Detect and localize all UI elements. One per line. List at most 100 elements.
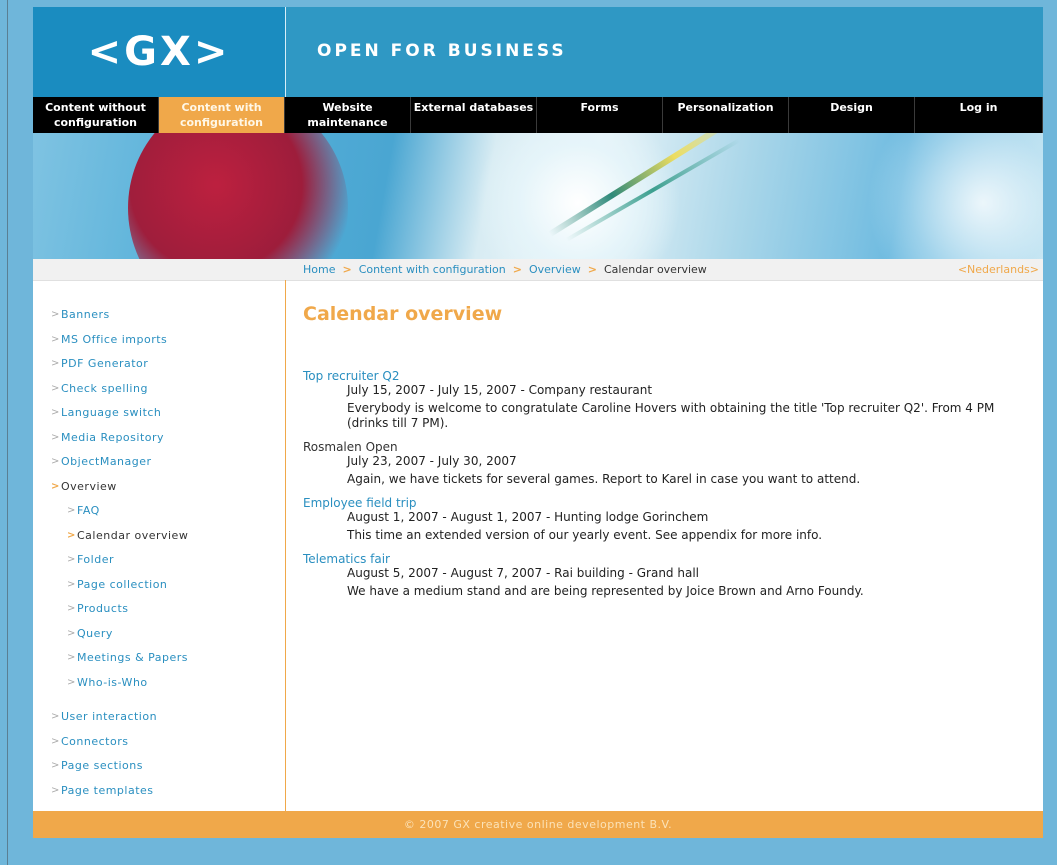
nav-item-label: configuration bbox=[53, 116, 138, 129]
banner-glass-shape bbox=[463, 133, 693, 259]
sidebar-subitem[interactable]: > Who-is-Who bbox=[33, 671, 188, 696]
site-footer: © 2007 GX creative online development B.… bbox=[33, 811, 1043, 838]
chevron-right-icon: > bbox=[51, 407, 60, 418]
sidebar-item[interactable]: > Language switch bbox=[33, 401, 188, 426]
calendar-event-list: Top recruiter Q2 July 15, 2007 - July 15,… bbox=[303, 369, 1033, 608]
event-date: July 23, 2007 - July 30, 2007 bbox=[347, 454, 517, 468]
sidebar-item-label: FAQ bbox=[77, 504, 100, 517]
sidebar-subitem[interactable]: > Products bbox=[33, 597, 188, 622]
nav-item[interactable]: Content without configuration bbox=[33, 97, 159, 133]
event-date: August 5, 2007 - August 7, 2007 - Rai bu… bbox=[347, 566, 699, 580]
event-description: This time an extended version of our yea… bbox=[347, 528, 823, 542]
chevron-right-icon: > bbox=[51, 711, 60, 722]
nav-item[interactable]: Log in bbox=[915, 97, 1043, 133]
nav-item[interactable]: Website maintenance bbox=[285, 97, 411, 133]
chevron-right-icon: > bbox=[51, 760, 60, 771]
chevron-right-icon: > bbox=[67, 505, 76, 516]
sidebar-subitem[interactable]: > FAQ bbox=[33, 499, 188, 524]
sidebar-item-label: PDF Generator bbox=[61, 357, 149, 370]
chevron-right-icon: > bbox=[51, 431, 60, 443]
chevron-right-icon: > bbox=[67, 603, 76, 614]
gx-logo[interactable]: <GX> bbox=[33, 7, 286, 97]
sidebar-item[interactable]: > Media Repository bbox=[33, 426, 188, 451]
calendar-event: Rosmalen Open July 23, 2007 - July 30, 20… bbox=[303, 440, 1033, 487]
chevron-right-icon: > bbox=[67, 652, 76, 663]
sidebar-item[interactable]: > Overview bbox=[33, 475, 188, 500]
nav-item[interactable]: Content with configuration bbox=[159, 97, 285, 133]
sidebar-item-label: Connectors bbox=[61, 734, 129, 748]
nav-item-label: Forms bbox=[580, 101, 619, 114]
sidebar-item[interactable]: > Page templates bbox=[33, 779, 188, 804]
chevron-right-icon: > bbox=[51, 480, 60, 492]
nav-item-label: Website bbox=[322, 101, 373, 114]
sidebar-item-label: Page collection bbox=[77, 577, 168, 591]
breadcrumb-separator-icon: > bbox=[512, 263, 522, 276]
chevron-right-icon: > bbox=[51, 382, 60, 394]
nav-item-label: External databases bbox=[413, 101, 534, 114]
nav-item-label: Content with bbox=[181, 101, 262, 114]
sidebar-subitem[interactable]: > Folder bbox=[33, 548, 188, 573]
breadcrumb-separator-icon: > bbox=[342, 263, 352, 276]
event-description: Again, we have tickets for several games… bbox=[347, 472, 861, 486]
header-banner-image bbox=[33, 133, 1043, 259]
language-switch-link[interactable]: <Nederlands> bbox=[958, 263, 1039, 276]
sidebar-subitem[interactable]: > Query bbox=[33, 622, 188, 647]
sidebar-item-label: Query bbox=[77, 626, 113, 640]
sidebar-item[interactable]: > ObjectManager bbox=[33, 450, 188, 475]
sidebar-item[interactable]: > PDF Generator bbox=[33, 352, 188, 377]
calendar-event: Top recruiter Q2 July 15, 2007 - July 15,… bbox=[303, 369, 1033, 431]
sidebar: > Banners > MS Office imports > PDF Generator… bbox=[33, 280, 286, 811]
site-header: <GX> OPEN FOR BUSINESS bbox=[33, 7, 1043, 97]
sidebar-item[interactable]: > Check spelling bbox=[33, 377, 188, 402]
page-title: Calendar overview bbox=[303, 303, 503, 325]
nav-item[interactable]: Design bbox=[789, 97, 915, 133]
event-title-link[interactable]: Employee field trip bbox=[303, 496, 417, 510]
sidebar-item[interactable]: > Page sections bbox=[33, 754, 188, 779]
breadcrumb-current: Calendar overview bbox=[603, 263, 707, 276]
chevron-right-icon: > bbox=[67, 529, 76, 541]
sidebar-subitem[interactable]: > Calendar overview bbox=[33, 524, 188, 549]
chevron-right-icon: > bbox=[51, 358, 60, 369]
breadcrumb-link[interactable]: Content with configuration bbox=[359, 263, 506, 276]
sidebar-subitem[interactable]: > Page collection bbox=[33, 573, 188, 598]
main-content: Calendar overview Top recruiter Q2 July 1… bbox=[286, 280, 1043, 811]
nav-item-label: Design bbox=[830, 101, 873, 114]
chevron-right-icon: > bbox=[51, 735, 60, 747]
event-title-link[interactable]: Telematics fair bbox=[303, 552, 390, 566]
chevron-right-icon: > bbox=[67, 627, 76, 639]
page-container: <GX> OPEN FOR BUSINESS Content without co… bbox=[33, 7, 1043, 838]
sidebar-item-label: Who-is-Who bbox=[77, 675, 148, 689]
sidebar-subitem[interactable]: > Meetings & Papers bbox=[33, 646, 188, 671]
breadcrumb-link[interactable]: Home bbox=[303, 263, 335, 276]
chevron-right-icon: > bbox=[51, 309, 60, 320]
sidebar-item[interactable]: > Connectors bbox=[33, 730, 188, 755]
nav-item-label: maintenance bbox=[307, 116, 388, 129]
main-navigation: Content without configuration Content with… bbox=[33, 97, 1043, 133]
calendar-event: Telematics fair August 5, 2007 - August 7… bbox=[303, 552, 1033, 599]
event-date: July 15, 2007 - July 15, 2007 - Company … bbox=[347, 383, 653, 397]
sidebar-item[interactable]: > Banners bbox=[33, 303, 188, 328]
sidebar-item[interactable]: > User interaction bbox=[33, 705, 188, 730]
sidebar-item-label: Calendar overview bbox=[77, 528, 189, 542]
sidebar-item-label: Banners bbox=[61, 308, 110, 321]
banner-red-shape bbox=[128, 133, 348, 259]
sidebar-item-label: ObjectManager bbox=[61, 455, 152, 468]
nav-item-label: Content without bbox=[45, 101, 146, 114]
nav-item[interactable]: Forms bbox=[537, 97, 663, 133]
nav-item[interactable]: Personalization bbox=[663, 97, 789, 133]
nav-item-label: Log in bbox=[959, 101, 998, 114]
breadcrumb-link[interactable]: Overview bbox=[529, 263, 581, 276]
nav-item[interactable]: External databases bbox=[411, 97, 537, 133]
sidebar-item-label: Language switch bbox=[61, 406, 162, 419]
sidebar-item-label: Page templates bbox=[61, 783, 154, 797]
sidebar-item-label: Page sections bbox=[61, 759, 143, 772]
sidebar-item-label: MS Office imports bbox=[61, 332, 168, 346]
sidebar-item-label: User interaction bbox=[61, 710, 158, 723]
event-title-link[interactable]: Top recruiter Q2 bbox=[303, 369, 400, 383]
sidebar-item-label: Overview bbox=[61, 479, 117, 493]
sidebar-item[interactable]: > MS Office imports bbox=[33, 328, 188, 353]
sidebar-item-label: Products bbox=[77, 602, 129, 615]
breadcrumb-separator-icon: > bbox=[587, 263, 597, 276]
site-tagline: OPEN FOR BUSINESS bbox=[317, 41, 567, 61]
